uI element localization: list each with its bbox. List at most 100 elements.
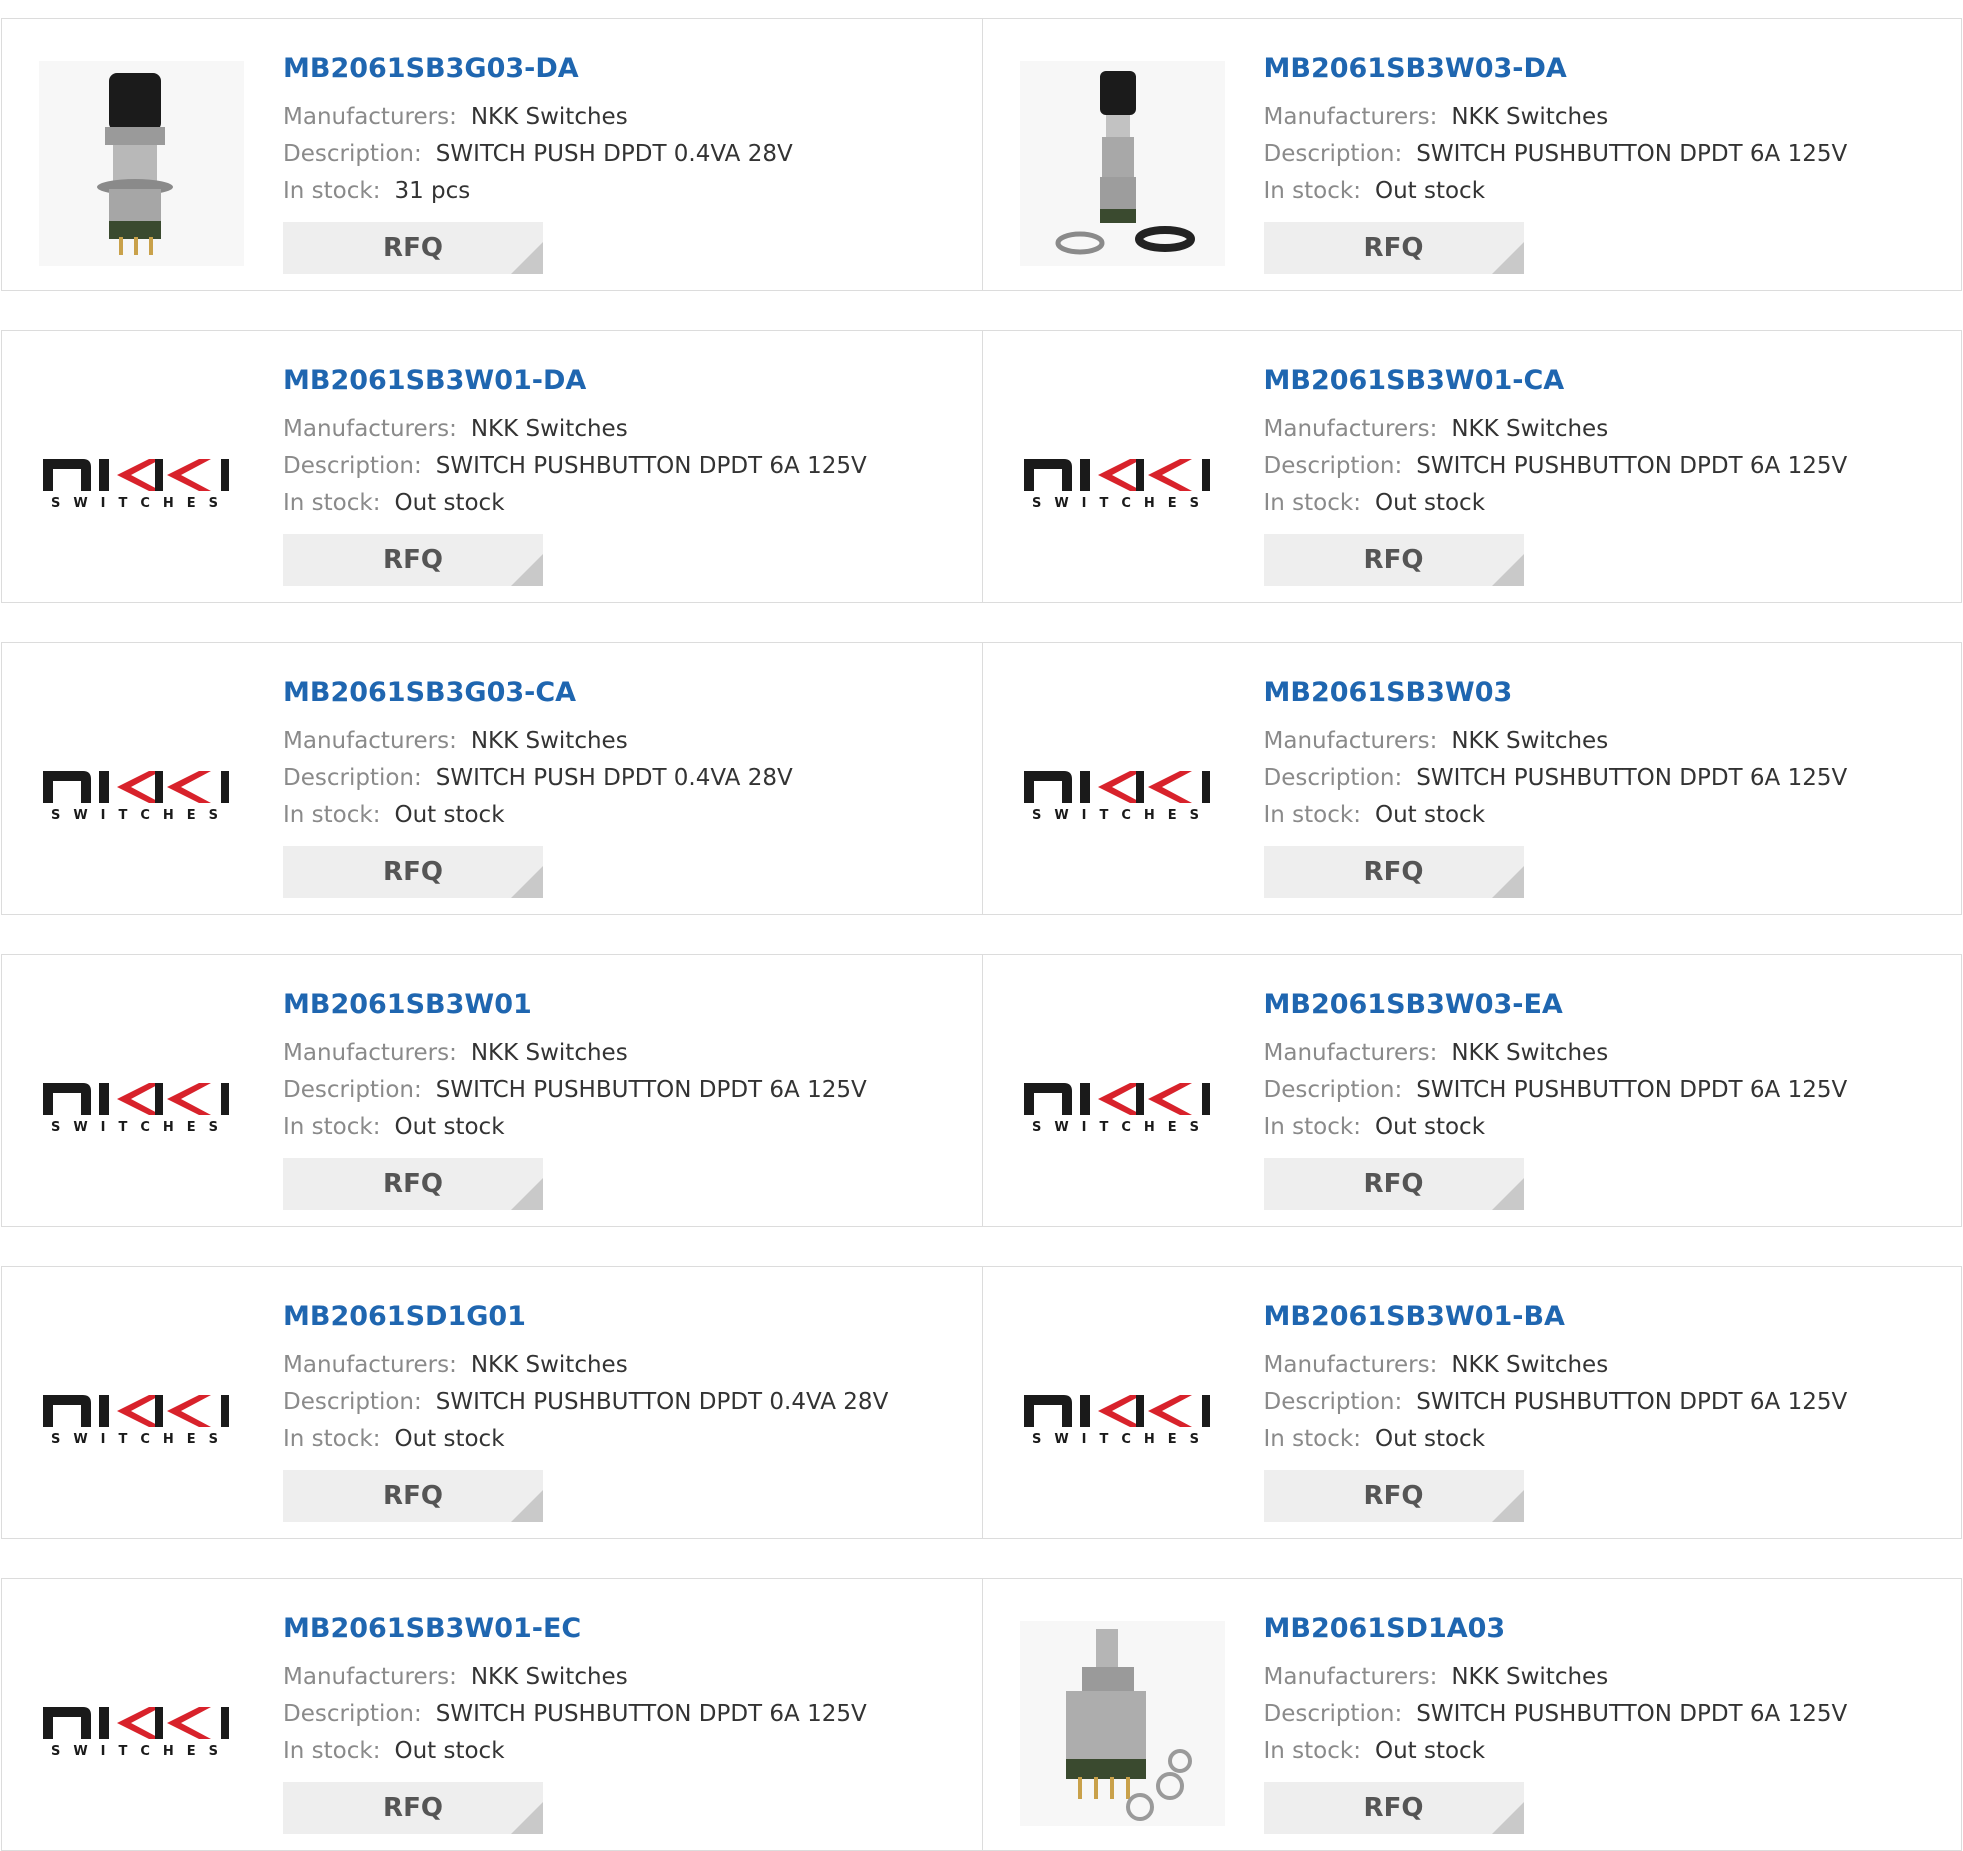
stock-line: In stock: 31 pcs — [283, 173, 972, 210]
logo-subtitle: SWITCHES — [51, 1120, 231, 1135]
product-card: SWITCHES MB2061SB3G03-CA Manufacturers: NK… — [2, 643, 982, 914]
logo-subtitle: SWITCHES — [1031, 808, 1211, 823]
rfq-button[interactable]: RFQ — [283, 1158, 543, 1211]
logo-subtitle: SWITCHES — [51, 496, 231, 511]
description-label: Description: — [1263, 141, 1403, 168]
stock-value: Out stock — [394, 1426, 505, 1453]
product-row: SWITCHES MB2061SB3W01-EC Manufacturers: NK… — [1, 1578, 1962, 1851]
manufacturer-label: Manufacturers: — [283, 1664, 457, 1691]
corner-triangle-icon — [511, 242, 543, 275]
nkk-switches-logo: SWITCHES — [43, 1082, 231, 1135]
rfq-label: RFQ — [1363, 1169, 1424, 1200]
manufacturer-line: Manufacturers: NKK Switches — [1264, 723, 1952, 760]
description-label: Description: — [1263, 1701, 1403, 1728]
corner-triangle-icon — [1491, 1178, 1524, 1211]
product-title-link[interactable]: MB2061SB3W01-BA — [1264, 1299, 1952, 1334]
rfq-button[interactable]: RFQ — [283, 1782, 543, 1835]
rfq-button[interactable]: RFQ — [283, 1470, 543, 1523]
stock-line: In stock: Out stock — [283, 1733, 972, 1770]
product-image[interactable] — [1019, 1621, 1225, 1826]
manufacturer-label: Manufacturers: — [1263, 1352, 1438, 1379]
rfq-button[interactable]: RFQ — [1263, 222, 1524, 275]
rfq-button[interactable]: RFQ — [1263, 846, 1524, 899]
product-info: MB2061SB3W01-BA Manufacturers: NKK Switche… — [1263, 1299, 1952, 1523]
description-value: SWITCH PUSHBUTTON DPDT 6A 125V — [1416, 141, 1848, 168]
product-info: MB2061SB3W01-CA Manufacturers: NKK Switche… — [1263, 363, 1952, 587]
manufacturer-label: Manufacturers: — [283, 104, 457, 131]
logo-subtitle: SWITCHES — [1031, 1120, 1211, 1135]
stock-label: In stock: — [283, 178, 381, 205]
product-title-link[interactable]: MB2061SB3W01-EC — [283, 1611, 972, 1646]
corner-triangle-icon — [1491, 1802, 1524, 1835]
product-image[interactable]: SWITCHES — [39, 685, 244, 890]
product-info: MB2061SB3G03-CA Manufacturers: NKK Switche… — [283, 675, 972, 899]
product-card: SWITCHES MB2061SB3W01-BA Manufacturers: NK… — [981, 1267, 1962, 1538]
product-card: SWITCHES MB2061SB3W03-EA Manufacturers: NK… — [981, 955, 1962, 1226]
product-image[interactable]: SWITCHES — [39, 997, 244, 1202]
description-value: SWITCH PUSHBUTTON DPDT 6A 125V — [1416, 1389, 1848, 1416]
stock-line: In stock: Out stock — [1264, 485, 1952, 522]
description-line: Description: SWITCH PUSHBUTTON DPDT 6A 12… — [1264, 1696, 1952, 1733]
product-title-link[interactable]: MB2061SD1A03 — [1264, 1611, 1952, 1646]
product-title-link[interactable]: MB2061SB3G03-DA — [283, 51, 972, 86]
product-row: MB2061SB3G03-DA Manufacturers: NKK Switche… — [1, 18, 1962, 291]
product-title-link[interactable]: MB2061SD1G01 — [283, 1299, 972, 1334]
rfq-button[interactable]: RFQ — [1263, 1158, 1524, 1211]
description-line: Description: SWITCH PUSHBUTTON DPDT 6A 12… — [1264, 1384, 1952, 1421]
manufacturer-line: Manufacturers: NKK Switches — [1264, 1035, 1952, 1072]
rfq-label: RFQ — [383, 1169, 443, 1200]
product-card: SWITCHES MB2061SD1G01 Manufacturers: NKK S… — [2, 1267, 982, 1538]
corner-triangle-icon — [511, 554, 543, 587]
description-value: SWITCH PUSHBUTTON DPDT 6A 125V — [1416, 1701, 1848, 1728]
product-title-link[interactable]: MB2061SB3W03-EA — [1264, 987, 1952, 1022]
stock-line: In stock: Out stock — [1264, 1109, 1952, 1146]
nkk-switches-logo: SWITCHES — [1023, 1082, 1211, 1135]
product-title-link[interactable]: MB2061SB3W03 — [1264, 675, 1952, 710]
product-row: SWITCHES MB2061SB3W01-DA Manufacturers: NK… — [1, 330, 1962, 603]
product-image[interactable] — [1019, 61, 1225, 266]
logo-subtitle: SWITCHES — [1031, 496, 1211, 511]
stock-label: In stock: — [1263, 1426, 1361, 1453]
product-image[interactable]: SWITCHES — [1020, 997, 1225, 1202]
stock-label: In stock: — [1263, 802, 1361, 829]
stock-line: In stock: Out stock — [283, 797, 972, 834]
product-title-link[interactable]: MB2061SB3G03-CA — [283, 675, 972, 710]
stock-line: In stock: Out stock — [283, 1109, 972, 1146]
product-card: SWITCHES MB2061SB3W01-DA Manufacturers: NK… — [2, 331, 982, 602]
description-label: Description: — [283, 1389, 422, 1416]
rfq-button[interactable]: RFQ — [283, 222, 543, 275]
product-image[interactable]: SWITCHES — [39, 373, 244, 578]
manufacturer-line: Manufacturers: NKK Switches — [283, 99, 972, 136]
product-image[interactable]: SWITCHES — [39, 1621, 244, 1826]
manufacturer-label: Manufacturers: — [1263, 416, 1438, 443]
product-title-link[interactable]: MB2061SB3W03-DA — [1264, 51, 1952, 86]
product-image[interactable] — [39, 61, 244, 266]
manufacturer-label: Manufacturers: — [1263, 1040, 1438, 1067]
rfq-button[interactable]: RFQ — [283, 534, 543, 587]
product-image[interactable]: SWITCHES — [39, 1309, 244, 1514]
stock-value: Out stock — [1374, 1114, 1486, 1141]
product-image[interactable]: SWITCHES — [1020, 685, 1225, 890]
description-value: SWITCH PUSHBUTTON DPDT 0.4VA 28V — [435, 1389, 889, 1416]
stock-value: 31 pcs — [394, 178, 471, 205]
rfq-button[interactable]: RFQ — [1263, 534, 1524, 587]
rfq-button[interactable]: RFQ — [283, 846, 543, 899]
product-title-link[interactable]: MB2061SB3W01-CA — [1264, 363, 1952, 398]
manufacturer-line: Manufacturers: NKK Switches — [1264, 1347, 1952, 1384]
manufacturer-value: NKK Switches — [470, 416, 628, 443]
product-image[interactable]: SWITCHES — [1020, 373, 1225, 578]
logo-subtitle: SWITCHES — [1031, 1432, 1211, 1447]
manufacturer-line: Manufacturers: NKK Switches — [1264, 411, 1952, 448]
description-line: Description: SWITCH PUSH DPDT 0.4VA 28V — [283, 136, 972, 173]
description-line: Description: SWITCH PUSH DPDT 0.4VA 28V — [283, 760, 972, 797]
product-title-link[interactable]: MB2061SB3W01-DA — [283, 363, 972, 398]
rfq-label: RFQ — [1363, 857, 1424, 888]
rfq-button[interactable]: RFQ — [1263, 1782, 1524, 1835]
product-image[interactable]: SWITCHES — [1020, 1309, 1225, 1514]
manufacturer-value: NKK Switches — [1451, 416, 1609, 443]
rfq-button[interactable]: RFQ — [1263, 1470, 1524, 1523]
description-value: SWITCH PUSHBUTTON DPDT 6A 125V — [1416, 453, 1848, 480]
corner-triangle-icon — [511, 1178, 543, 1211]
manufacturer-label: Manufacturers: — [283, 728, 457, 755]
product-title-link[interactable]: MB2061SB3W01 — [283, 987, 972, 1022]
